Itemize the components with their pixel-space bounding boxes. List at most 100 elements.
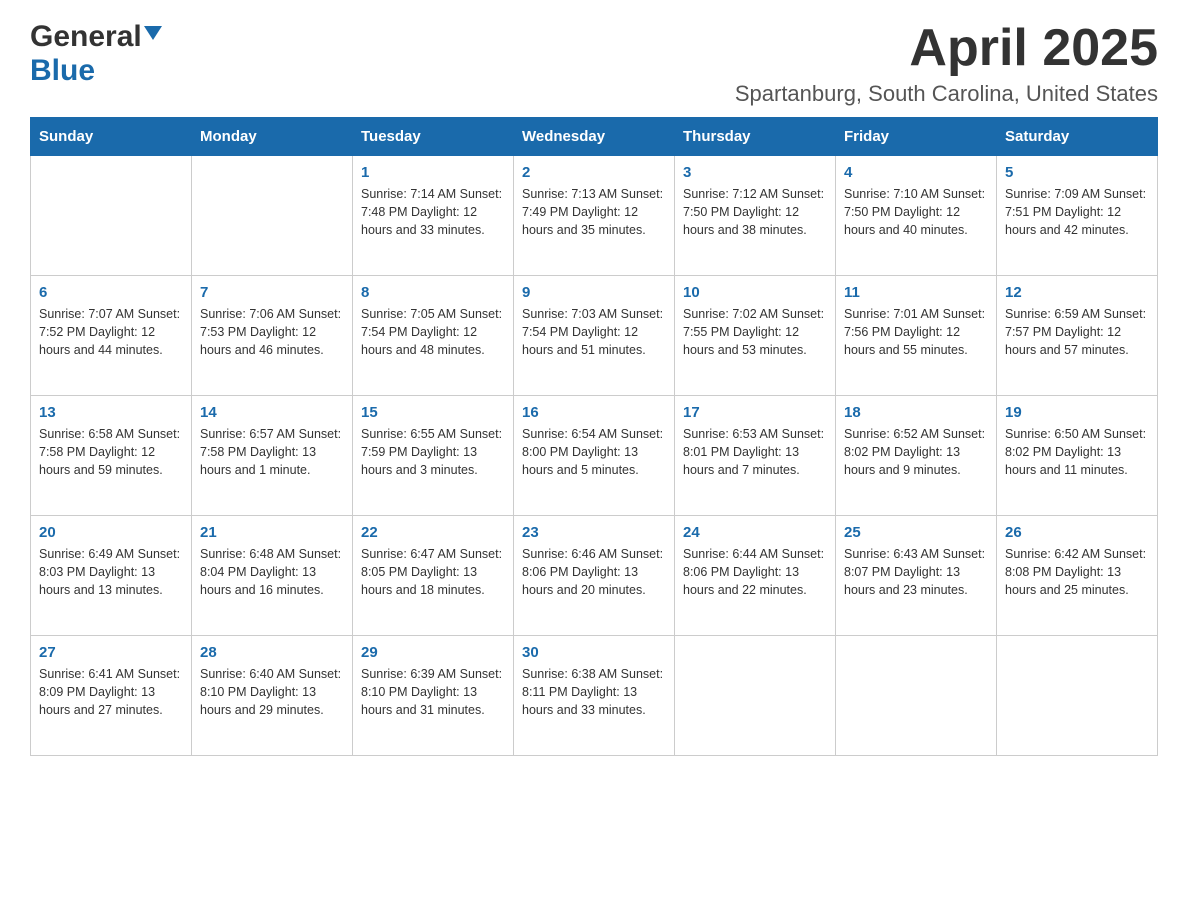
day-info: Sunrise: 6:55 AM Sunset: 7:59 PM Dayligh… [361,425,505,479]
calendar-day-14: 14Sunrise: 6:57 AM Sunset: 7:58 PM Dayli… [192,396,353,516]
calendar-day-16: 16 Sunrise: 6:54 AM Sunset: 8:00 PM Dayli… [514,396,675,516]
calendar-day-30: 30Sunrise: 6:38 AM Sunset: 8:11 PM Dayli… [514,636,675,756]
day-info: Sunrise: 6:46 AM Sunset: 8:06 PM Dayligh… [522,545,666,599]
calendar-day-8: 8 Sunrise: 7:05 AM Sunset: 7:54 PM Daylig… [353,276,514,396]
day-info: Sunrise: 7:05 AM Sunset: 7:54 PM Dayligh… [361,305,505,359]
weekday-header-wednesday: Wednesday [514,118,675,156]
weekday-header-friday: Friday [836,118,997,156]
calendar-week-row: 27 Sunrise: 6:41 AM Sunset: 8:09 PM Dayli… [31,636,1158,756]
calendar-day-2: 2 Sunrise: 7:13 AM Sunset: 7:49 PM Daylig… [514,156,675,276]
day-number: 1 [361,164,505,181]
day-number: 26 [1005,524,1149,541]
day-info: Sunrise: 6:58 AM Sunset: 7:58 PM Dayligh… [39,425,183,479]
calendar-day-27: 27 Sunrise: 6:41 AM Sunset: 8:09 PM Dayli… [31,636,192,756]
day-info: Sunrise: 6:42 AM Sunset: 8:08 PM Dayligh… [1005,545,1149,599]
day-info: Sunrise: 6:49 AM Sunset: 8:03 PM Dayligh… [39,545,183,599]
title-area: April 2025 Spartanburg, South Carolina, … [735,20,1158,107]
day-number: 18 [844,404,988,421]
day-info: Sunrise: 6:44 AM Sunset: 8:06 PM Dayligh… [683,545,827,599]
day-number: 17 [683,404,827,421]
day-number: 28 [200,644,344,661]
day-info: Sunrise: 7:13 AM Sunset: 7:49 PM Dayligh… [522,185,666,239]
calendar-week-row: 13 Sunrise: 6:58 AM Sunset: 7:58 PM Dayli… [31,396,1158,516]
day-number: 15 [361,404,505,421]
calendar-day-13: 13 Sunrise: 6:58 AM Sunset: 7:58 PM Dayli… [31,396,192,516]
calendar-empty-cell [997,636,1158,756]
day-number: 25 [844,524,988,541]
weekday-header-row: SundayMondayTuesdayWednesdayThursdayFrid… [31,118,1158,156]
calendar-day-3: 3 Sunrise: 7:12 AM Sunset: 7:50 PM Daylig… [675,156,836,276]
calendar-day-4: 4Sunrise: 7:10 AM Sunset: 7:50 PM Daylig… [836,156,997,276]
day-number: 22 [361,524,505,541]
day-number: 27 [39,644,183,661]
calendar-day-6: 6 Sunrise: 7:07 AM Sunset: 7:52 PM Daylig… [31,276,192,396]
calendar-day-5: 5 Sunrise: 7:09 AM Sunset: 7:51 PM Daylig… [997,156,1158,276]
day-number: 2 [522,164,666,181]
calendar-day-19: 19 Sunrise: 6:50 AM Sunset: 8:02 PM Dayli… [997,396,1158,516]
day-number: 11 [844,284,988,301]
day-number: 14 [200,404,344,421]
location-title: Spartanburg, South Carolina, United Stat… [735,81,1158,107]
logo-triangle-icon [144,26,162,49]
day-number: 29 [361,644,505,661]
day-info: Sunrise: 7:09 AM Sunset: 7:51 PM Dayligh… [1005,185,1149,239]
day-info: Sunrise: 6:50 AM Sunset: 8:02 PM Dayligh… [1005,425,1149,479]
weekday-header-thursday: Thursday [675,118,836,156]
day-number: 20 [39,524,183,541]
calendar-empty-cell [31,156,192,276]
calendar-day-7: 7Sunrise: 7:06 AM Sunset: 7:53 PM Daylig… [192,276,353,396]
logo-general-text: General [30,20,142,54]
page-header: General Blue April 2025 Spartanburg, Sou… [30,20,1158,107]
day-info: Sunrise: 6:48 AM Sunset: 8:04 PM Dayligh… [200,545,344,599]
day-number: 23 [522,524,666,541]
calendar-day-10: 10Sunrise: 7:02 AM Sunset: 7:55 PM Dayli… [675,276,836,396]
day-number: 12 [1005,284,1149,301]
calendar-day-12: 12 Sunrise: 6:59 AM Sunset: 7:57 PM Dayli… [997,276,1158,396]
calendar-day-29: 29Sunrise: 6:39 AM Sunset: 8:10 PM Dayli… [353,636,514,756]
calendar-day-18: 18 Sunrise: 6:52 AM Sunset: 8:02 PM Dayli… [836,396,997,516]
day-number: 21 [200,524,344,541]
day-info: Sunrise: 6:47 AM Sunset: 8:05 PM Dayligh… [361,545,505,599]
day-info: Sunrise: 6:43 AM Sunset: 8:07 PM Dayligh… [844,545,988,599]
day-number: 13 [39,404,183,421]
day-number: 24 [683,524,827,541]
day-number: 16 [522,404,666,421]
day-number: 10 [683,284,827,301]
calendar-day-17: 17 Sunrise: 6:53 AM Sunset: 8:01 PM Dayli… [675,396,836,516]
weekday-header-tuesday: Tuesday [353,118,514,156]
day-info: Sunrise: 7:07 AM Sunset: 7:52 PM Dayligh… [39,305,183,359]
day-number: 8 [361,284,505,301]
day-info: Sunrise: 6:40 AM Sunset: 8:10 PM Dayligh… [200,665,344,719]
day-info: Sunrise: 6:41 AM Sunset: 8:09 PM Dayligh… [39,665,183,719]
day-info: Sunrise: 6:59 AM Sunset: 7:57 PM Dayligh… [1005,305,1149,359]
day-number: 6 [39,284,183,301]
calendar-table: SundayMondayTuesdayWednesdayThursdayFrid… [30,117,1158,756]
weekday-header-monday: Monday [192,118,353,156]
calendar-day-21: 21 Sunrise: 6:48 AM Sunset: 8:04 PM Dayli… [192,516,353,636]
calendar-day-15: 15 Sunrise: 6:55 AM Sunset: 7:59 PM Dayli… [353,396,514,516]
calendar-empty-cell [192,156,353,276]
day-number: 30 [522,644,666,661]
day-number: 9 [522,284,666,301]
calendar-day-1: 1Sunrise: 7:14 AM Sunset: 7:48 PM Daylig… [353,156,514,276]
day-info: Sunrise: 6:53 AM Sunset: 8:01 PM Dayligh… [683,425,827,479]
day-info: Sunrise: 6:54 AM Sunset: 8:00 PM Dayligh… [522,425,666,479]
calendar-empty-cell [675,636,836,756]
day-number: 3 [683,164,827,181]
calendar-day-24: 24 Sunrise: 6:44 AM Sunset: 8:06 PM Dayli… [675,516,836,636]
day-info: Sunrise: 7:12 AM Sunset: 7:50 PM Dayligh… [683,185,827,239]
day-number: 7 [200,284,344,301]
calendar-empty-cell [836,636,997,756]
calendar-week-row: 20 Sunrise: 6:49 AM Sunset: 8:03 PM Dayli… [31,516,1158,636]
calendar-day-22: 22 Sunrise: 6:47 AM Sunset: 8:05 PM Dayli… [353,516,514,636]
day-info: Sunrise: 7:10 AM Sunset: 7:50 PM Dayligh… [844,185,988,239]
day-info: Sunrise: 7:03 AM Sunset: 7:54 PM Dayligh… [522,305,666,359]
calendar-day-20: 20 Sunrise: 6:49 AM Sunset: 8:03 PM Dayli… [31,516,192,636]
weekday-header-sunday: Sunday [31,118,192,156]
day-info: Sunrise: 6:52 AM Sunset: 8:02 PM Dayligh… [844,425,988,479]
calendar-week-row: 1Sunrise: 7:14 AM Sunset: 7:48 PM Daylig… [31,156,1158,276]
day-number: 19 [1005,404,1149,421]
month-title: April 2025 [735,20,1158,77]
calendar-day-28: 28 Sunrise: 6:40 AM Sunset: 8:10 PM Dayli… [192,636,353,756]
day-number: 5 [1005,164,1149,181]
